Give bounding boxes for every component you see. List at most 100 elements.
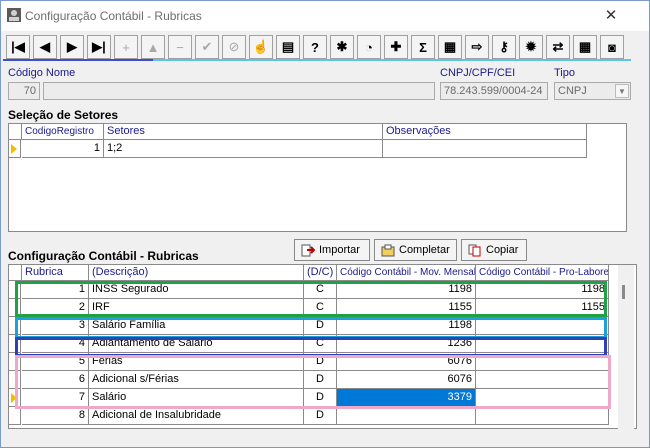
rubricas-cell-pro[interactable]: 1198 bbox=[476, 281, 609, 299]
importar-button[interactable]: Importar bbox=[294, 239, 370, 261]
copiar-button[interactable]: Copiar bbox=[461, 239, 527, 261]
filter-button[interactable]: ✹ bbox=[519, 35, 543, 59]
cancel-button[interactable]: ⊘ bbox=[222, 35, 246, 59]
rubricas-cell-mov[interactable]: 6076 bbox=[337, 353, 476, 371]
rubricas-cell-descricao[interactable]: Férias bbox=[89, 353, 304, 371]
rubricas-cell-pro[interactable] bbox=[476, 389, 609, 407]
setores-cell-setores[interactable]: 1;2 bbox=[104, 140, 383, 158]
rubricas-cell-descricao[interactable]: INSS Segurado bbox=[89, 281, 304, 299]
rubricas-cell-dc[interactable]: D bbox=[304, 389, 337, 407]
setores-cell-codigo[interactable]: 1 bbox=[22, 140, 104, 158]
rubricas-cell-rubrica[interactable]: 2 bbox=[22, 299, 89, 317]
hand-button[interactable]: ☝ bbox=[249, 35, 273, 59]
rubricas-cell-descricao[interactable]: Salário Família bbox=[89, 317, 304, 335]
nome-field[interactable] bbox=[43, 82, 435, 100]
first-record-button[interactable]: |◀ bbox=[6, 35, 30, 59]
insert-icon: + bbox=[122, 39, 130, 55]
rubricas-cell-rubrica[interactable]: 8 bbox=[22, 407, 89, 425]
title-bar: Configuração Contábil - Rubricas ✕ bbox=[1, 1, 649, 31]
rubricas-cell-mov[interactable]: 3379 bbox=[337, 389, 476, 407]
first-record-icon: |◀ bbox=[11, 39, 25, 54]
setores-row-indicator bbox=[9, 140, 21, 158]
exit-icon: ◙ bbox=[608, 39, 616, 55]
tools-button[interactable]: ✱ bbox=[330, 35, 354, 59]
rubricas-cell-mov[interactable]: 1155 bbox=[337, 299, 476, 317]
setores-header-observacoes[interactable]: Observações bbox=[383, 124, 587, 140]
cnpj-label: CNPJ/CPF/CEI bbox=[440, 67, 516, 79]
rubricas-cell-mov[interactable]: 1198 bbox=[337, 317, 476, 335]
export-button[interactable]: ⇨ bbox=[465, 35, 489, 59]
hand-icon: ☝ bbox=[252, 39, 270, 54]
rubricas-header-descricao[interactable]: (Descrição) bbox=[89, 265, 304, 281]
rubricas-cell-dc[interactable]: C bbox=[304, 281, 337, 299]
key-button[interactable]: ⚷ bbox=[492, 35, 516, 59]
rubricas-cell-dc[interactable]: C bbox=[304, 299, 337, 317]
last-record-button[interactable]: ▶| bbox=[87, 35, 111, 59]
rubricas-cell-descricao[interactable]: IRF bbox=[89, 299, 304, 317]
rubricas-cell-descricao[interactable]: Adicional s/Férias bbox=[89, 371, 304, 389]
rubricas-cell-dc[interactable]: D bbox=[304, 407, 337, 425]
rubricas-row-indicator bbox=[9, 335, 21, 353]
rubricas-row-indicator bbox=[9, 407, 21, 425]
rubricas-scrollbar[interactable] bbox=[618, 265, 634, 431]
post-icon: ✔ bbox=[201, 39, 213, 54]
sum-button[interactable]: Σ bbox=[411, 35, 435, 59]
chevron-down-icon[interactable]: ▼ bbox=[615, 84, 629, 98]
completar-button[interactable]: Completar bbox=[374, 239, 457, 261]
insert-button[interactable]: + bbox=[114, 35, 138, 59]
rubricas-cell-mov[interactable]: 1198 bbox=[337, 281, 476, 299]
setores-cell-observacoes[interactable] bbox=[383, 140, 587, 158]
rubricas-cell-rubrica[interactable]: 6 bbox=[22, 371, 89, 389]
rubricas-cell-rubrica[interactable]: 3 bbox=[22, 317, 89, 335]
rubricas-header-dc[interactable]: (D/C) bbox=[304, 265, 337, 281]
rubricas-cell-mov[interactable] bbox=[337, 407, 476, 425]
rubricas-header-rubrica[interactable]: Rubrica bbox=[22, 265, 89, 281]
complete-icon bbox=[381, 244, 395, 257]
calendar-button[interactable]: ▦ bbox=[573, 35, 597, 59]
query-button[interactable]: ? bbox=[303, 35, 327, 59]
rubricas-cell-pro[interactable]: 1155 bbox=[476, 299, 609, 317]
rubricas-cell-dc[interactable]: D bbox=[304, 353, 337, 371]
wizard-button[interactable]: ✚ bbox=[384, 35, 408, 59]
key-icon: ⚷ bbox=[499, 39, 509, 54]
print-button[interactable]: ▦ bbox=[438, 35, 462, 59]
delete-button[interactable]: − bbox=[168, 35, 192, 59]
rubricas-cell-dc[interactable]: D bbox=[304, 317, 337, 335]
last-record-icon: ▶| bbox=[92, 39, 106, 54]
prev-record-button[interactable]: ◀ bbox=[33, 35, 57, 59]
importar-label: Importar bbox=[319, 244, 360, 256]
setores-header-setores[interactable]: Setores bbox=[104, 124, 383, 140]
scrollbar-thumb[interactable] bbox=[622, 285, 625, 299]
rubricas-cell-pro[interactable] bbox=[476, 407, 609, 425]
tipo-select[interactable]: CNPJ ▼ bbox=[554, 82, 631, 100]
rubricas-cell-dc[interactable]: C bbox=[304, 335, 337, 353]
rubricas-cell-pro[interactable] bbox=[476, 335, 609, 353]
next-record-button[interactable]: ▶ bbox=[60, 35, 84, 59]
rubricas-cell-rubrica[interactable]: 1 bbox=[22, 281, 89, 299]
rubricas-cell-rubrica[interactable]: 5 bbox=[22, 353, 89, 371]
rubricas-cell-mov[interactable]: 1236 bbox=[337, 335, 476, 353]
rubricas-header-mov-mensal[interactable]: Código Contábil - Mov. Mensal bbox=[337, 265, 476, 281]
calculate-button[interactable]: ◔ bbox=[357, 35, 381, 59]
open-folder-button[interactable]: ▤ bbox=[276, 35, 300, 59]
copiar-label: Copiar bbox=[486, 244, 519, 256]
rubricas-cell-descricao[interactable]: Salário bbox=[89, 389, 304, 407]
setores-header-codigo[interactable]: CodigoRegistro bbox=[22, 124, 104, 140]
exit-button[interactable]: ◙ bbox=[600, 35, 624, 59]
rubricas-cell-descricao[interactable]: Adiantamento de Salário bbox=[89, 335, 304, 353]
transfer-button[interactable]: ⇄ bbox=[546, 35, 570, 59]
cnpj-field[interactable]: 78.243.599/0004-24 bbox=[440, 82, 548, 100]
rubricas-cell-dc[interactable]: D bbox=[304, 371, 337, 389]
rubricas-cell-mov[interactable]: 6076 bbox=[337, 371, 476, 389]
rubricas-cell-pro[interactable] bbox=[476, 353, 609, 371]
rubricas-cell-pro[interactable] bbox=[476, 317, 609, 335]
rubricas-cell-descricao[interactable]: Adicional de Insalubridade bbox=[89, 407, 304, 425]
edit-button[interactable]: ▲ bbox=[141, 35, 165, 59]
post-button[interactable]: ✔ bbox=[195, 35, 219, 59]
close-icon[interactable]: ✕ bbox=[593, 4, 629, 28]
codigo-field[interactable]: 70 bbox=[8, 82, 40, 100]
rubricas-header-pro-labore[interactable]: Código Contábil - Pro-Labore bbox=[476, 265, 609, 281]
rubricas-cell-pro[interactable] bbox=[476, 371, 609, 389]
rubricas-cell-rubrica[interactable]: 7 bbox=[22, 389, 89, 407]
rubricas-cell-rubrica[interactable]: 4 bbox=[22, 335, 89, 353]
